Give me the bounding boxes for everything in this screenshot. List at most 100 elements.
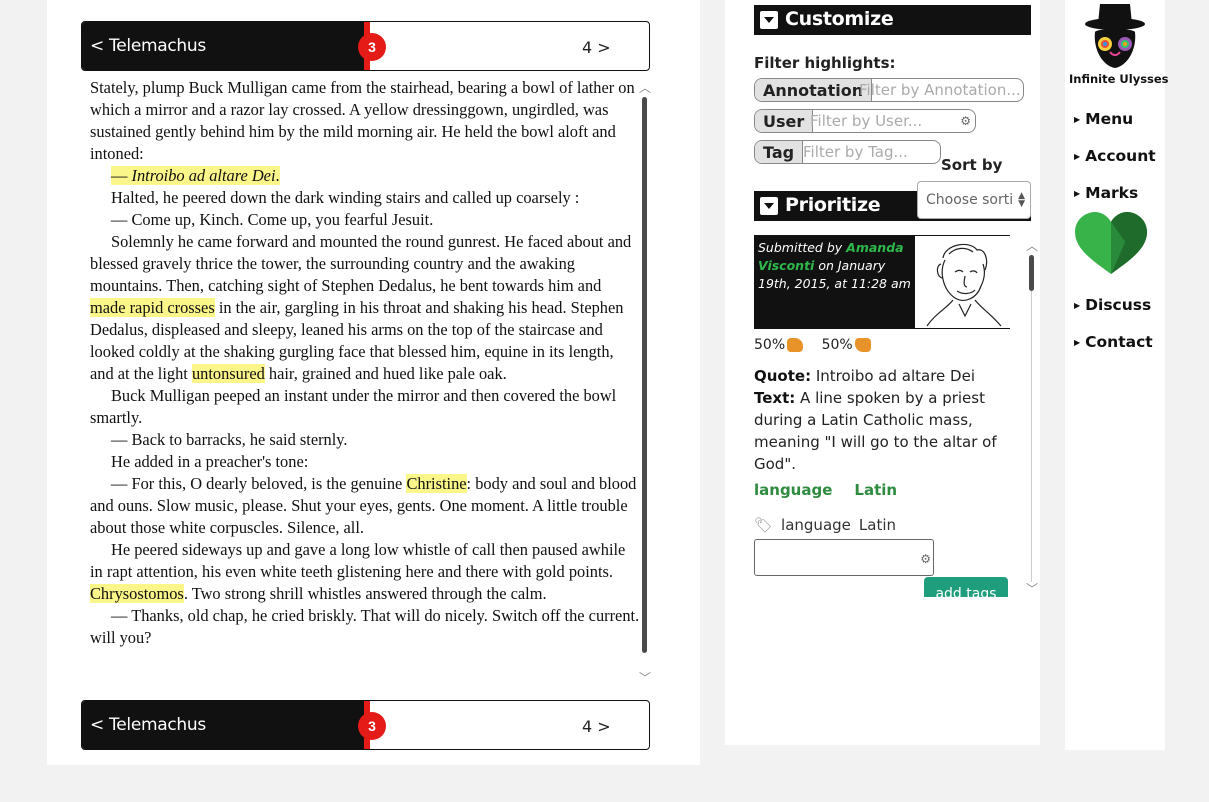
vote-row: 50% 50% [754, 337, 871, 353]
scroll-down-arrow[interactable]: ﹀ [639, 672, 651, 684]
highlight-span[interactable]: Christine [406, 474, 467, 493]
add-tags-button[interactable]: add tags [924, 577, 1008, 597]
submitted-by-text: Submitted by Amanda Visconti on January … [758, 239, 913, 293]
annotation-list[interactable]: Submitted by Amanda Visconti on January … [754, 235, 1039, 597]
downvote-percent: 50% [821, 337, 853, 353]
tag-filter[interactable]: Tag Filter by Tag... [754, 140, 941, 164]
thumbs-down-icon[interactable] [854, 338, 871, 352]
author-avatar [915, 236, 1010, 328]
reader-scrollbar[interactable] [642, 97, 648, 653]
text-paragraph: — Back to barracks, he said sternly. [90, 429, 640, 451]
collapse-toggle-icon[interactable] [760, 197, 778, 215]
annotation-body: Quote: Introibo ad altare Dei Text: A li… [754, 365, 999, 475]
text-paragraph: Buck Mulligan peeped an instant under th… [90, 385, 640, 429]
text-run: He added in a preacher's tone: [111, 452, 309, 471]
autocomplete-icon: ⚙ [920, 552, 931, 566]
nav-item-marks[interactable]: ▶ Marks [1074, 184, 1138, 202]
add-tag-input[interactable]: ⚙ [754, 539, 934, 576]
sort-select[interactable]: Choose sorti ▲ ▼ [917, 181, 1031, 219]
text-paragraph: He peered sideways up and gave a long lo… [90, 539, 640, 605]
text-run: — Come up, Kinch. Come up, you fearful J… [111, 210, 434, 229]
text-run: Stately, plump Buck Mulligan came from t… [90, 78, 635, 163]
filter-highlights-label: Filter highlights: [754, 54, 896, 72]
thumbs-up-icon[interactable] [787, 338, 804, 352]
prev-chapter-link[interactable]: < Telemachus [90, 36, 206, 56]
nav-item-contact[interactable]: ▶ Contact [1074, 333, 1153, 351]
select-caret-icon: ▲ ▼ [1018, 191, 1025, 209]
reader-scrollbar-thumb[interactable] [642, 97, 647, 653]
scroll-up-arrow[interactable]: ︿ [639, 82, 651, 94]
annotation-filter[interactable]: Annotation Filter by Annotation... [754, 78, 1024, 102]
prev-chapter-link[interactable]: < Telemachus [90, 715, 206, 735]
next-chapter-link[interactable]: 4 > [582, 38, 611, 57]
customize-header[interactable]: Customize [754, 5, 1031, 35]
text-paragraph: He added in a preacher's tone: [90, 451, 640, 473]
tag-item[interactable]: language [781, 516, 851, 534]
tag-item[interactable]: Latin [859, 516, 896, 534]
text-run: He peered sideways up and gave a long lo… [90, 540, 626, 581]
text-paragraph: — Come up, Kinch. Come up, you fearful J… [90, 209, 640, 231]
nav-item-label: Discuss [1085, 296, 1152, 314]
chevron-right-icon: ▶ [1074, 301, 1081, 310]
sort-by-label: Sort by [941, 156, 1003, 174]
scroll-down-arrow[interactable]: ﹀ [1026, 583, 1038, 595]
chapter-nav-bottom: < Telemachus 3 4 > [81, 700, 650, 750]
chapter-text[interactable]: Stately, plump Buck Mulligan came from t… [90, 77, 640, 692]
highlight-span[interactable]: — [111, 166, 132, 185]
annotation-filter-input[interactable]: Filter by Annotation... [859, 81, 1021, 99]
upvote-percent: 50% [754, 337, 786, 353]
nav-item-discuss[interactable]: ▶ Discuss [1074, 296, 1151, 314]
collapse-toggle-icon[interactable] [760, 11, 778, 29]
site-nav: Infinite Ulysses ▶ Menu ▶ Account ▶ Marks ▶… [1065, 0, 1169, 750]
scroll-up-arrow[interactable]: ︿ [1026, 240, 1038, 252]
chevron-right-icon: ▶ [1074, 152, 1081, 161]
text-run: Halted, he peered down the dark winding … [111, 188, 580, 207]
text-paragraph: Solemnly he came forward and mounted the… [90, 231, 640, 385]
highlight-span[interactable]: made rapid crosses [90, 298, 215, 317]
tag-icon: 🏷 [754, 516, 774, 534]
chapter-nav-top: < Telemachus 3 4 > [81, 21, 650, 71]
quote-label: Quote: [754, 367, 812, 385]
text-paragraph: — Introibo ad altare Dei. [90, 165, 640, 187]
text-paragraph: — For this, O dearly beloved, is the gen… [90, 473, 640, 539]
site-logo[interactable] [1083, 0, 1147, 75]
tag-filter-input[interactable]: Filter by Tag... [803, 143, 908, 161]
panel-scrollbar-track [1031, 255, 1032, 582]
highlight-span[interactable]: untonsured [191, 364, 265, 383]
highlight-span[interactable]: . [275, 166, 280, 185]
text-run: Solemnly he came forward and mounted the… [90, 232, 632, 295]
nav-item-label: Account [1085, 147, 1156, 165]
text-paragraph: — Thanks, old chap, he cried briskly. Th… [90, 605, 640, 649]
nav-item-label: Contact [1085, 333, 1153, 351]
highlight-span[interactable]: Chrysostomos [90, 584, 184, 603]
annotation-author-card: Submitted by Amanda Visconti on January … [754, 235, 1010, 329]
panel-scrollbar[interactable] [1029, 255, 1035, 582]
annotation-quote: Introibo ad altare Dei [811, 367, 976, 385]
text-run: — Back to barracks, he said sternly. [111, 430, 348, 449]
user-filter[interactable]: User Filter by User... ⚙ [754, 109, 976, 133]
prioritize-title: Prioritize [785, 194, 881, 216]
text-run: . Two strong shrill whistles answered th… [183, 584, 547, 603]
text-run: hair, grained and hued like pale oak. [264, 364, 507, 383]
text-paragraph: Halted, he peered down the dark winding … [90, 187, 640, 209]
nav-item-account[interactable]: ▶ Account [1074, 147, 1156, 165]
nav-item-label: Menu [1085, 110, 1134, 128]
category-links: language Latin [754, 481, 919, 499]
user-filter-input[interactable]: Filter by User... [810, 112, 922, 130]
nav-item-menu[interactable]: ▶ Menu [1074, 110, 1133, 128]
nav-item-label: Marks [1085, 184, 1139, 202]
category-link[interactable]: Latin [854, 481, 897, 499]
heart-marks-icon[interactable] [1075, 212, 1147, 283]
next-chapter-link[interactable]: 4 > [582, 717, 611, 736]
submitted-prefix: Submitted by [758, 240, 847, 255]
highlight-span[interactable]: Introibo ad altare Dei [131, 166, 276, 185]
text-paragraph: Stately, plump Buck Mulligan came from t… [90, 77, 640, 165]
chapter-number-badge: 3 [358, 33, 386, 61]
category-link[interactable]: language [754, 481, 832, 499]
chapter-number-badge: 3 [358, 712, 386, 740]
text-run: — For this, O dearly beloved, is the gen… [111, 474, 407, 493]
tag-filter-tag: Tag [755, 141, 804, 163]
customize-title: Customize [785, 8, 894, 30]
panel-scrollbar-thumb[interactable] [1029, 255, 1034, 291]
autocomplete-icon: ⚙ [960, 114, 971, 128]
